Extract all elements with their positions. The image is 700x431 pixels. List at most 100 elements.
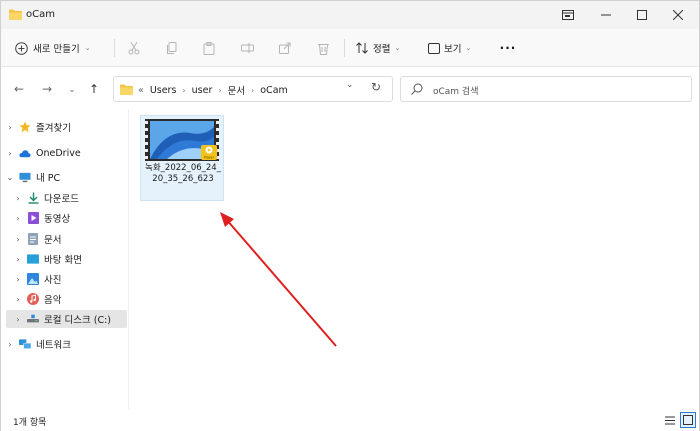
share-icon (279, 42, 291, 54)
title-bar: oCam (1, 1, 699, 29)
details-view-button[interactable] (662, 412, 678, 428)
copy-button[interactable] (163, 39, 181, 57)
sort-icon (356, 42, 368, 54)
grid-view-icon (683, 415, 693, 425)
chevron-right-icon[interactable]: › (13, 194, 23, 203)
file-name: 녹화_2022_06_24_20_35_26_623 (145, 163, 221, 184)
sidebar-item-pictures[interactable]: › 사진 (13, 270, 127, 288)
search-placeholder: oCam 검색 (433, 87, 479, 97)
status-bar: 1개 항목 (1, 409, 699, 431)
download-icon (27, 192, 39, 204)
player-badge: Player (204, 156, 215, 160)
sidebar-item-local-disk[interactable]: › 로컬 디스크 (C:) (6, 310, 127, 328)
sidebar-item-label: 문서 (44, 235, 62, 246)
command-bar: 새로 만들기 ⌄ 정렬 ⌄ 보기 ⌄ ··· (1, 29, 699, 67)
sidebar-item-label: 로컬 디스크 (C:) (44, 315, 111, 326)
minimize-button[interactable] (588, 1, 624, 29)
chevron-right-icon[interactable]: › (13, 275, 23, 284)
breadcrumb: « Users › user › 문서 › oCam (138, 83, 288, 98)
list-view-icon (665, 416, 675, 424)
chevron-down-icon: ⌄ (394, 44, 401, 52)
ellipsis-icon: ··· (499, 41, 517, 55)
toolbar-divider (344, 39, 345, 57)
chevron-right-icon[interactable]: › (13, 214, 23, 223)
sidebar-item-downloads[interactable]: › 다운로드 (13, 189, 127, 207)
recent-locations-button[interactable]: ⌄ (63, 80, 81, 98)
chevron-right-icon[interactable]: › (182, 86, 185, 95)
folder-icon (120, 84, 133, 95)
breadcrumb-user[interactable]: user (192, 85, 213, 96)
clipboard-icon (203, 41, 215, 55)
arrow-left-icon: ← (13, 82, 25, 96)
sidebar-item-this-pc[interactable]: ⌄ 내 PC (5, 168, 127, 186)
chevron-right-icon[interactable]: › (13, 255, 23, 264)
sort-button[interactable]: 정렬 ⌄ (356, 39, 400, 57)
forward-button[interactable]: → (38, 80, 56, 98)
copy-icon (167, 41, 177, 54)
minimize-icon (601, 14, 611, 16)
chevron-right-icon[interactable]: › (5, 340, 15, 349)
breadcrumb-ocam[interactable]: oCam (260, 85, 288, 96)
item-count: 1개 항목 (13, 418, 47, 428)
plus-circle-icon (15, 41, 28, 55)
address-history-button[interactable]: ⌄ (346, 80, 354, 90)
sidebar-item-desktop[interactable]: › 바탕 화면 (13, 250, 127, 268)
file-item[interactable]: Player 녹화_2022_06_24_20_35_26_623 (140, 115, 224, 201)
search-box[interactable]: oCam 검색 (400, 76, 692, 102)
sidebar-item-label: 네트워크 (36, 340, 71, 351)
network-icon (19, 338, 31, 350)
refresh-button[interactable]: ↻ (371, 80, 381, 94)
chevron-right-icon[interactable]: › (5, 123, 15, 132)
toolbar-divider (114, 39, 115, 57)
chevron-down-icon[interactable]: ⌄ (5, 173, 15, 182)
sidebar-item-network[interactable]: › 네트워크 (5, 335, 127, 353)
rename-button[interactable] (238, 39, 256, 57)
breadcrumb-overflow[interactable]: « (138, 85, 144, 96)
sidebar-item-onedrive[interactable]: › OneDrive (5, 144, 127, 162)
arrow-right-icon: → (41, 82, 53, 96)
video-thumbnail-icon: Player (145, 119, 219, 161)
sidebar-item-label: OneDrive (36, 147, 81, 159)
sidebar-item-videos[interactable]: › 동영상 (13, 209, 127, 227)
navigation-pane: › 즐겨찾기 › OneDrive ⌄ 내 PC › 다운로드 › 동영상 › … (1, 109, 128, 409)
cut-button[interactable] (125, 39, 143, 57)
new-button[interactable]: 새로 만들기 ⌄ (15, 39, 91, 57)
chevron-down-icon: ⌄ (84, 44, 91, 52)
chevron-right-icon[interactable]: › (5, 149, 15, 158)
sidebar-item-documents[interactable]: › 문서 (13, 230, 127, 248)
close-icon (673, 10, 683, 20)
maximize-icon (637, 10, 647, 20)
trash-icon (317, 43, 329, 55)
breadcrumb-documents[interactable]: 문서 (228, 83, 245, 97)
chevron-down-icon: ⌄ (68, 84, 76, 94)
sort-label: 정렬 (373, 44, 391, 55)
sidebar-item-label: 동영상 (44, 214, 71, 225)
up-button[interactable]: ↑ (85, 80, 103, 98)
sidebar-item-label: 사진 (44, 275, 62, 286)
breadcrumb-users[interactable]: Users (150, 85, 177, 96)
rename-icon (240, 43, 254, 53)
chevron-right-icon[interactable]: › (13, 315, 23, 324)
sidebar-item-favorites[interactable]: › 즐겨찾기 (5, 118, 127, 136)
share-button[interactable] (276, 39, 294, 57)
paste-button[interactable] (200, 39, 218, 57)
chevron-right-icon[interactable]: › (251, 86, 254, 95)
chevron-right-icon[interactable]: › (13, 235, 23, 244)
cloud-icon (19, 147, 31, 159)
sidebar-item-label: 음악 (44, 295, 62, 306)
chevron-right-icon[interactable]: › (218, 86, 221, 95)
pc-icon (19, 171, 31, 183)
sidebar-item-music[interactable]: › 음악 (13, 290, 127, 308)
view-button[interactable]: 보기 ⌄ (428, 39, 471, 57)
maximize-button[interactable] (624, 1, 660, 29)
chevron-right-icon[interactable]: › (13, 295, 23, 304)
pictures-icon (27, 273, 39, 285)
back-button[interactable]: ← (10, 80, 28, 98)
delete-button[interactable] (314, 39, 332, 57)
address-row: ← → ⌄ ↑ « Users › user › 문서 › oCam ⌄ ↻ o (1, 67, 699, 109)
tab-switch-button[interactable] (550, 1, 586, 29)
more-options-button[interactable]: ··· (499, 39, 517, 57)
close-button[interactable] (660, 1, 696, 29)
new-button-label: 새로 만들기 (33, 44, 80, 55)
thumbnail-view-button[interactable] (680, 412, 696, 428)
